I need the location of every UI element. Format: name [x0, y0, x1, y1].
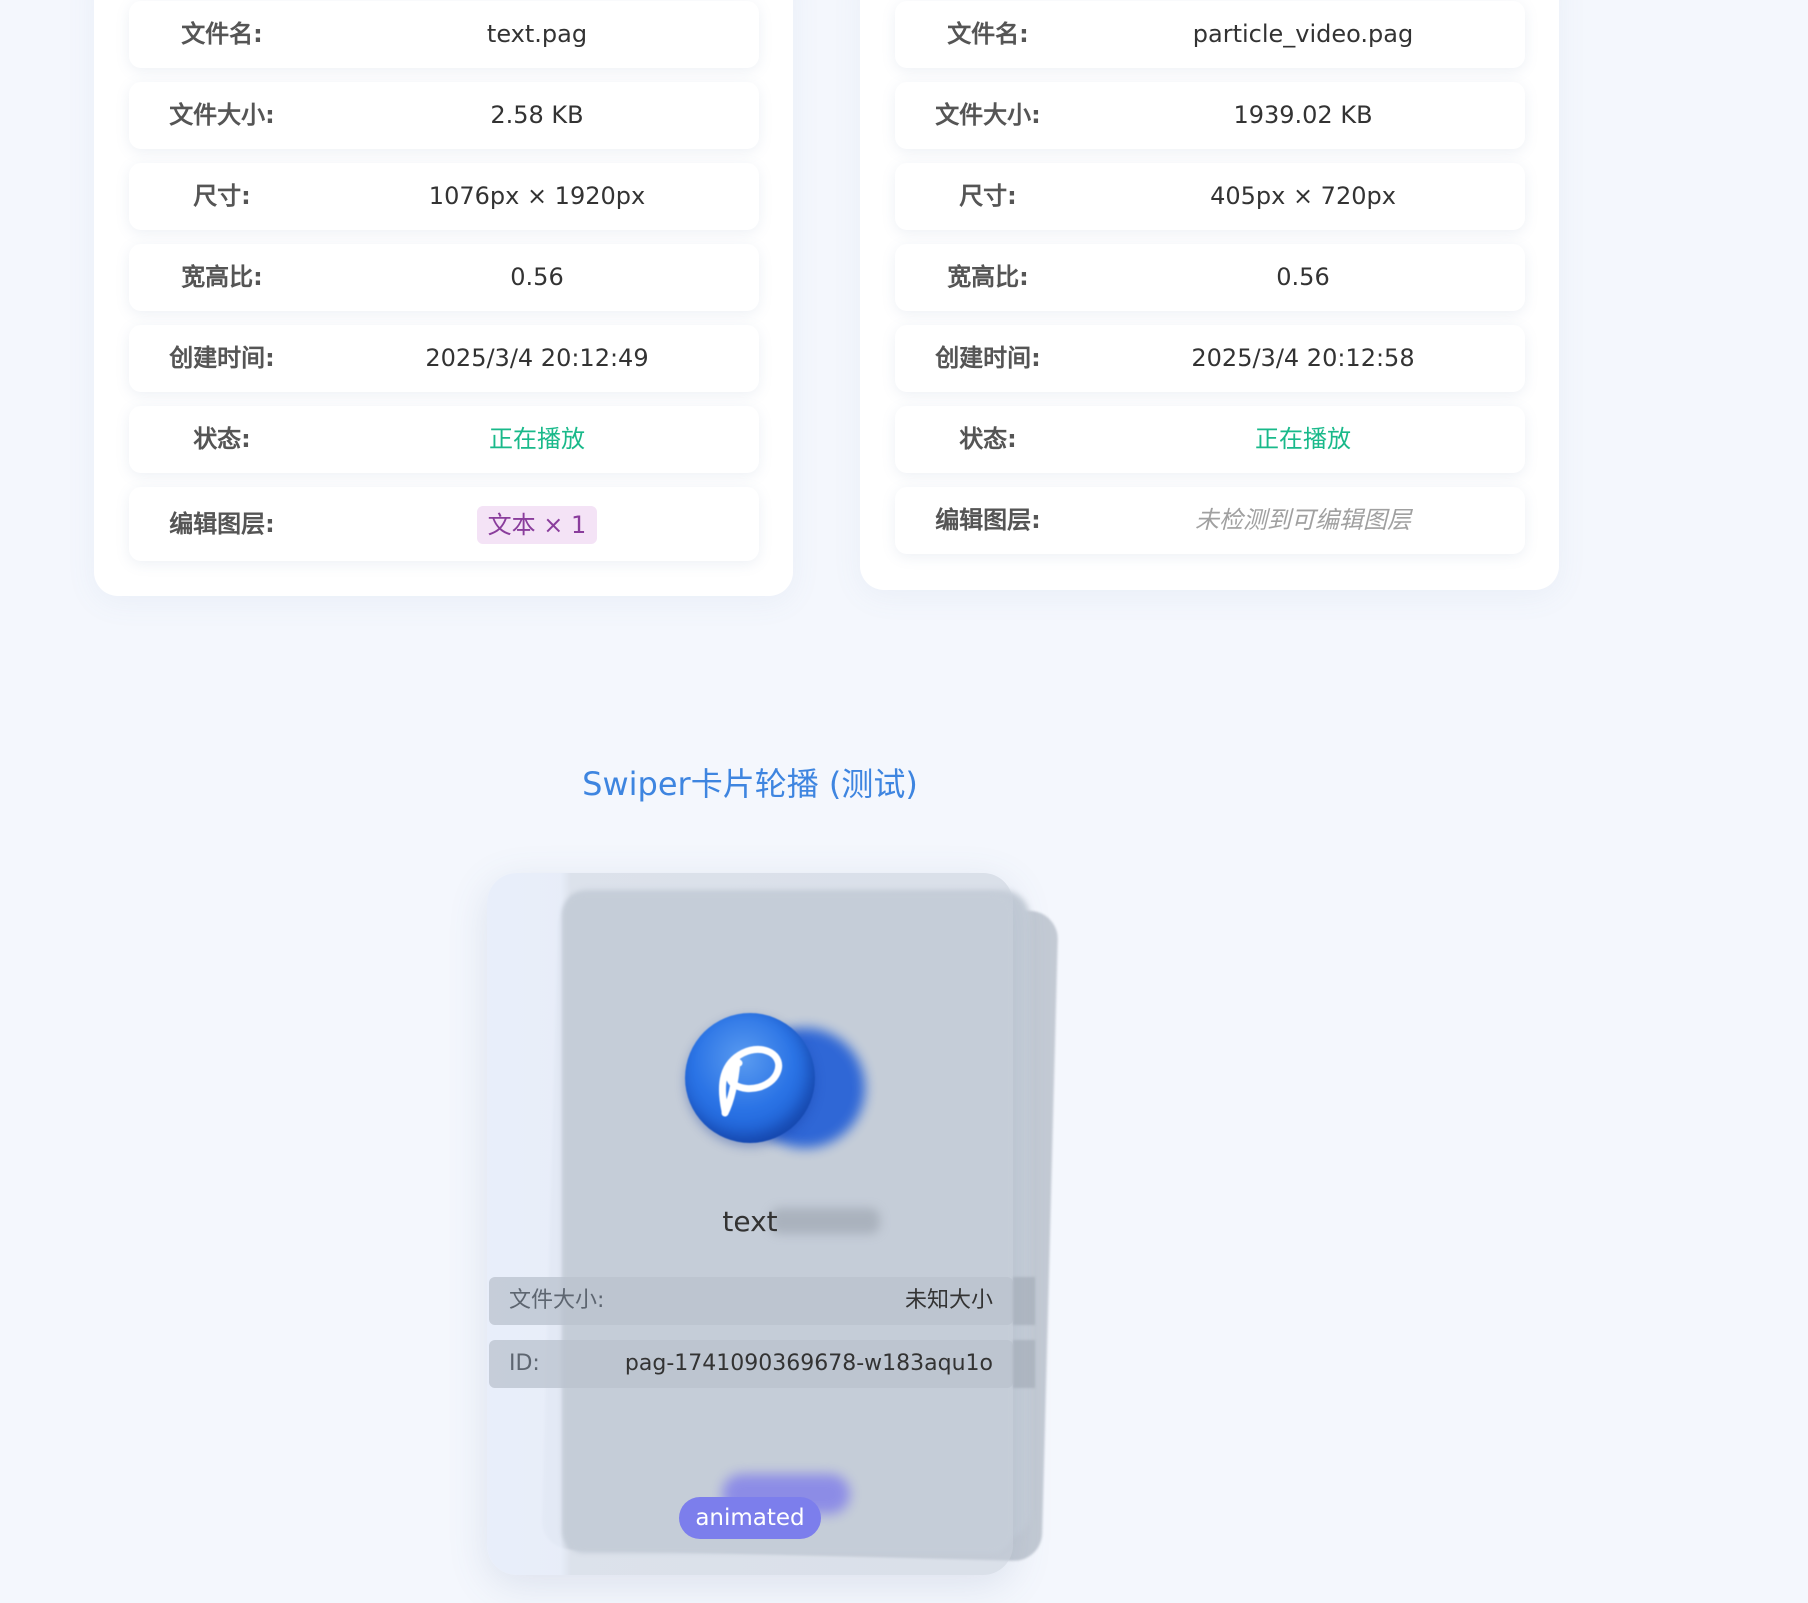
- info-row-filesize: 文件大小: 1939.02 KB: [895, 82, 1525, 149]
- info-value: 文本 × 1: [315, 487, 759, 561]
- info-label: 文件名:: [947, 20, 1029, 48]
- info-row-created-time: 创建时间: 2025/3/4 20:12:58: [895, 325, 1525, 392]
- info-row-filename: 文件名: text.pag: [129, 1, 759, 68]
- card-size-row: 文件大小: 未知大小: [489, 1277, 1013, 1325]
- card-id-value: pag-1741090369678-w183aqu1o: [624, 1351, 993, 1376]
- file-info-panel-particle-video: 文件名: particle_video.pag 文件大小: 1939.02 KB…: [860, 0, 1559, 590]
- info-label: 编辑图层:: [169, 510, 275, 538]
- section-title: Swiper卡片轮播 (测试): [582, 765, 918, 803]
- animated-badge: animated: [679, 1497, 821, 1539]
- info-row-filesize: 文件大小: 2.58 KB: [129, 82, 759, 149]
- card-id-row: ID: pag-1741090369678-w183aqu1o: [489, 1340, 1013, 1388]
- info-label: 创建时间:: [169, 344, 275, 372]
- info-value: 1939.02 KB: [1233, 101, 1373, 129]
- info-row-created-time: 创建时间: 2025/3/4 20:12:49: [129, 325, 759, 392]
- info-label: 文件大小:: [169, 101, 275, 129]
- info-row-dimensions: 尺寸: 405px × 720px: [895, 163, 1525, 230]
- next-card-row-edge: [1013, 1340, 1035, 1388]
- info-value: 1076px × 1920px: [428, 182, 646, 210]
- info-row-editable-layers: 编辑图层: 未检测到可编辑图层: [895, 487, 1525, 554]
- layer-tag: 文本 × 1: [476, 506, 598, 544]
- status-value: 正在播放: [1255, 425, 1351, 453]
- info-label: 尺寸:: [193, 182, 251, 210]
- info-value: 2025/3/4 20:12:49: [425, 344, 649, 372]
- info-value: 2.58 KB: [490, 101, 584, 129]
- info-row-aspect-ratio: 宽高比: 0.56: [129, 244, 759, 311]
- file-info-panel-text: 文件名: text.pag 文件大小: 2.58 KB 尺寸: 1076px ×…: [94, 0, 793, 596]
- info-label: 状态:: [959, 425, 1017, 453]
- info-row-filename: 文件名: particle_video.pag: [895, 1, 1525, 68]
- no-layers-text: 未检测到可编辑图层: [1195, 506, 1411, 534]
- card-size-label: 文件大小:: [509, 1288, 605, 1313]
- next-card-row-edge: [1013, 1277, 1035, 1325]
- info-label: 文件大小:: [935, 101, 1041, 129]
- info-row-aspect-ratio: 宽高比: 0.56: [895, 244, 1525, 311]
- info-label: 尺寸:: [959, 182, 1017, 210]
- info-value: text.pag: [486, 20, 588, 48]
- info-value: 0.56: [510, 263, 564, 291]
- info-label: 宽高比:: [947, 263, 1029, 291]
- info-value: 0.56: [1276, 263, 1330, 291]
- info-value: 405px × 720px: [1210, 182, 1396, 210]
- info-row-status: 状态: 正在播放: [895, 406, 1525, 473]
- status-value: 正在播放: [489, 425, 585, 453]
- info-value: 2025/3/4 20:12:58: [1191, 344, 1415, 372]
- info-label: 状态:: [193, 425, 251, 453]
- card-size-value: 未知大小: [904, 1288, 993, 1313]
- card-title: text: [722, 1205, 778, 1238]
- info-label: 编辑图层:: [935, 506, 1041, 534]
- info-row-editable-layers: 编辑图层: 文本 × 1: [129, 487, 759, 561]
- info-label: 创建时间:: [935, 344, 1041, 372]
- card-id-label: ID:: [509, 1351, 540, 1376]
- info-label: 文件名:: [181, 20, 263, 48]
- info-row-dimensions: 尺寸: 1076px × 1920px: [129, 163, 759, 230]
- pag-logo-icon: [685, 1013, 815, 1143]
- info-label: 宽高比:: [181, 263, 263, 291]
- info-row-status: 状态: 正在播放: [129, 406, 759, 473]
- info-value: particle_video.pag: [1192, 20, 1414, 48]
